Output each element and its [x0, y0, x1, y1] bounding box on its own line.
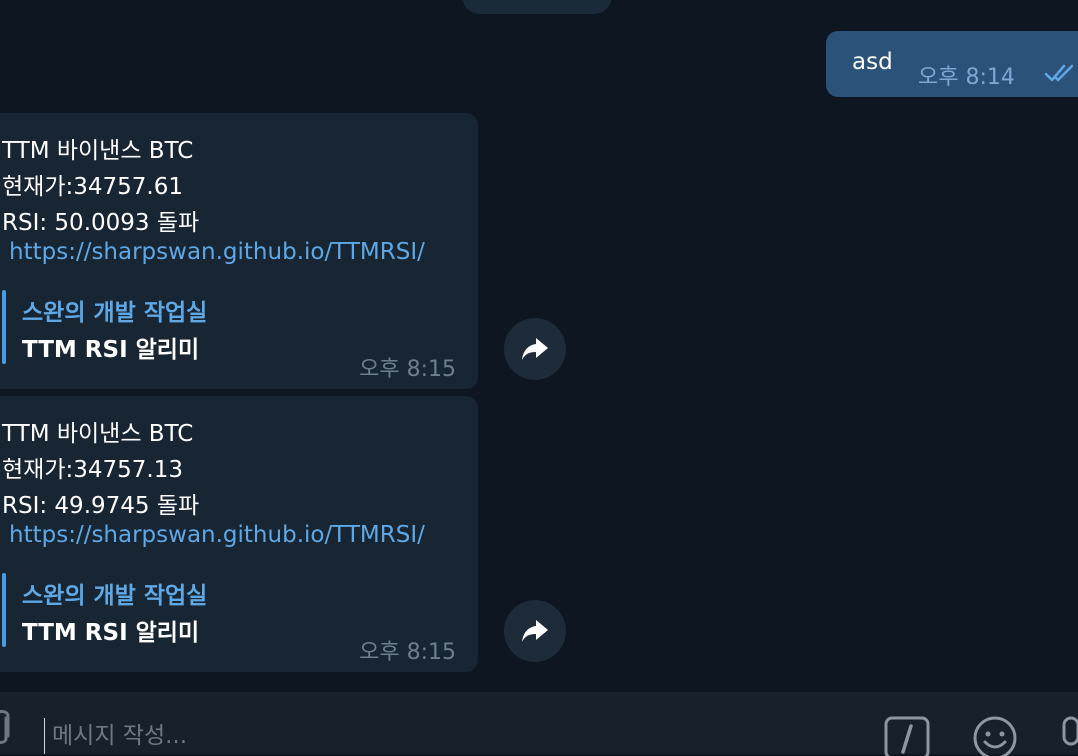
link-preview-bar: [2, 573, 6, 647]
message-text: asd: [852, 49, 893, 75]
message-time: 오후 8:15: [359, 640, 456, 665]
message-time: 오후 8:15: [359, 357, 456, 382]
message-line: RSI: 50.0093 돌파: [2, 210, 200, 236]
incoming-message[interactable]: TTM 바이낸스 BTC 현재가:34757.61 RSI: 50.0093 돌…: [0, 113, 478, 389]
forward-button[interactable]: [504, 600, 566, 662]
chat-history[interactable]: asd 오후 8:14 TTM 바이낸스 BTC 현재가:34757.61 RS…: [0, 0, 1078, 692]
date-pill: [462, 0, 612, 14]
link-preview-bar: [2, 290, 6, 364]
message-line: TTM 바이낸스 BTC: [2, 421, 194, 447]
message-link[interactable]: https://sharpswan.github.io/TTMRSI/: [9, 239, 425, 265]
message-line: TTM 바이낸스 BTC: [2, 138, 194, 164]
smile-icon[interactable]: [972, 716, 1018, 756]
forward-button[interactable]: [504, 318, 566, 380]
message-line: 현재가:34757.61: [2, 174, 183, 200]
paperclip-icon[interactable]: [0, 708, 16, 754]
link-preview-title[interactable]: TTM RSI 알리미: [22, 613, 199, 647]
message-line: RSI: 49.9745 돌파: [2, 493, 200, 519]
message-link[interactable]: https://sharpswan.github.io/TTMRSI/: [9, 522, 425, 548]
link-preview-site[interactable]: 스완의 개발 작업실: [22, 293, 207, 327]
double-check-icon: [1044, 64, 1074, 82]
message-input[interactable]: [52, 718, 852, 754]
link-preview-title[interactable]: TTM RSI 알리미: [22, 330, 199, 364]
microphone-icon[interactable]: [1058, 714, 1078, 754]
link-preview-site[interactable]: 스완의 개발 작업실: [22, 576, 207, 610]
slash-command-icon[interactable]: [884, 716, 930, 756]
forward-arrow-icon: [522, 338, 548, 360]
outgoing-message[interactable]: asd 오후 8:14: [826, 31, 1078, 97]
message-line: 현재가:34757.13: [2, 457, 183, 483]
forward-arrow-icon: [522, 620, 548, 642]
incoming-message[interactable]: TTM 바이낸스 BTC 현재가:34757.13 RSI: 49.9745 돌…: [0, 396, 478, 672]
message-composer: [0, 692, 1078, 756]
text-caret: [44, 718, 45, 754]
message-time: 오후 8:14: [918, 65, 1015, 90]
